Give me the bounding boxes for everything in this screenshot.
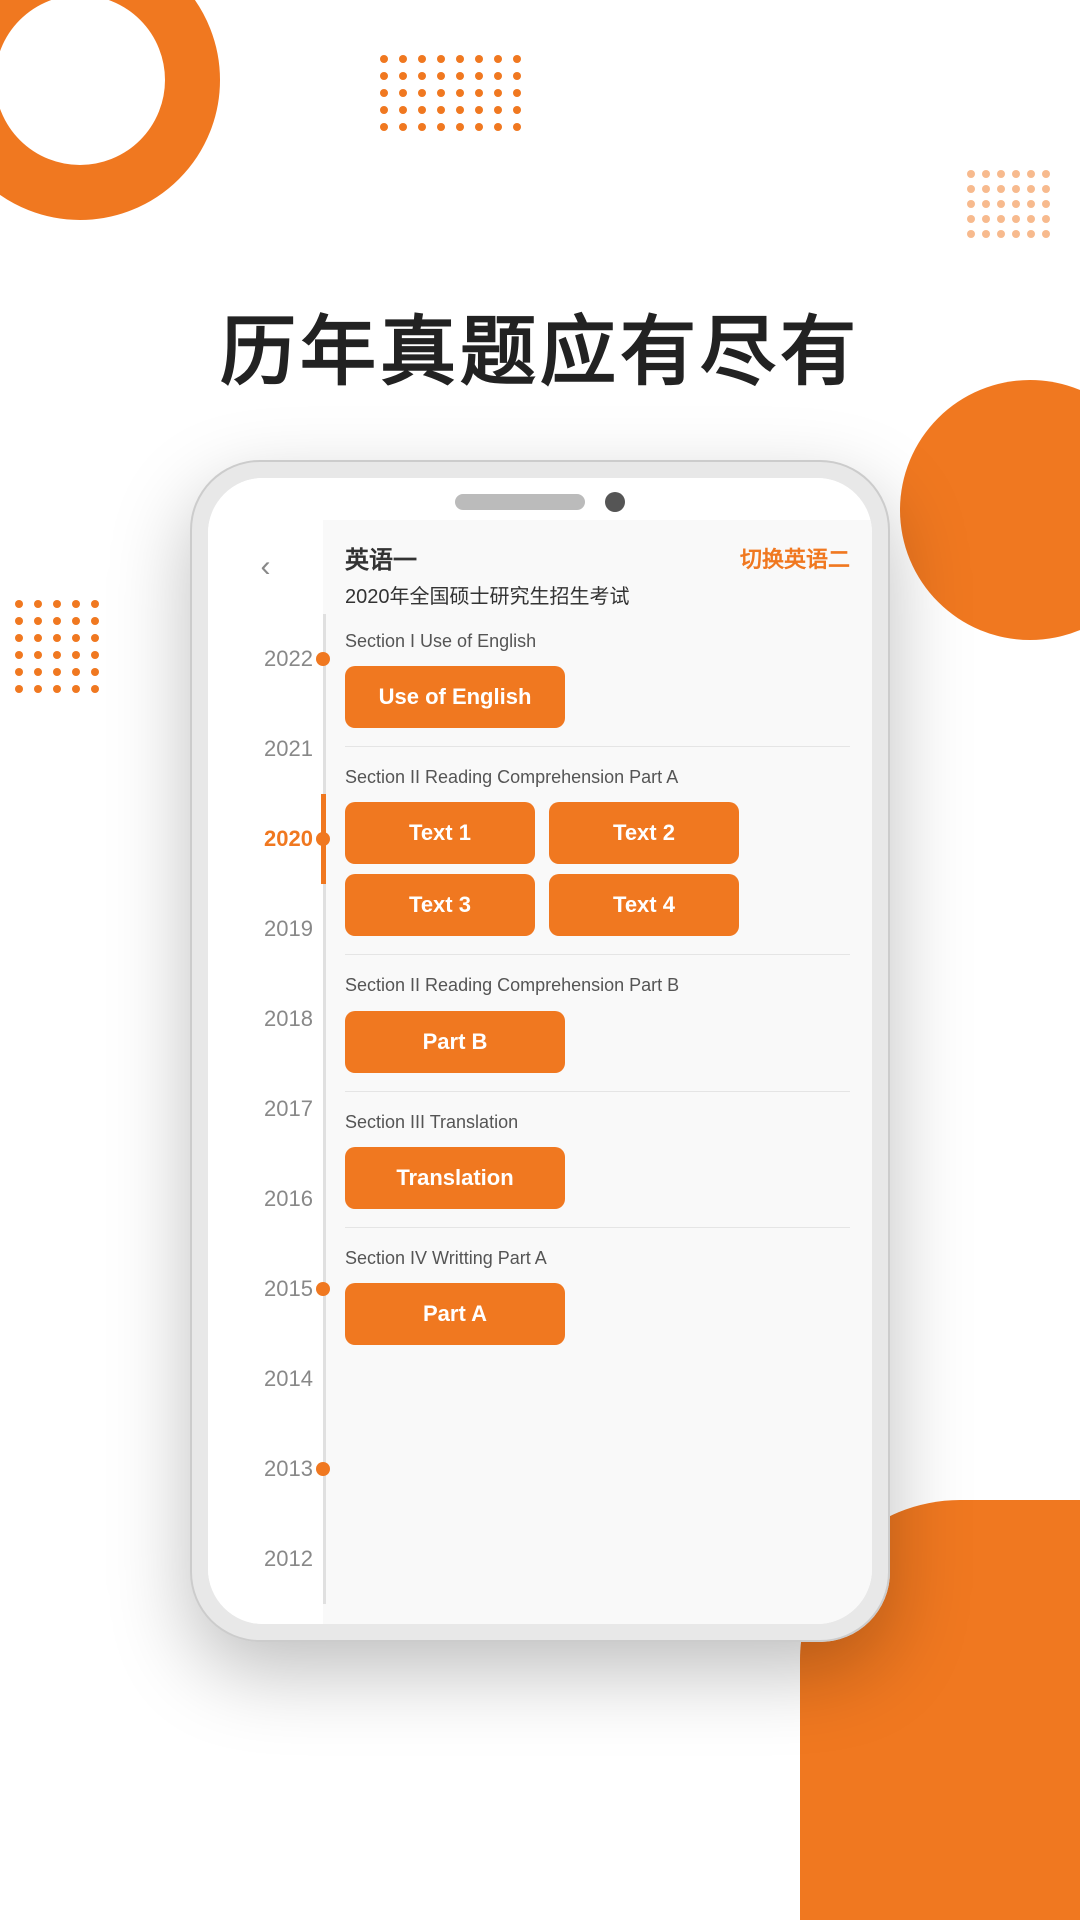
- year-label-2019: 2019: [245, 916, 313, 942]
- text3-button[interactable]: Text 3: [345, 874, 535, 936]
- phone-outer-frame: ‹ 2022 2021 20: [190, 460, 890, 1642]
- section-4-buttons: Translation: [345, 1147, 850, 1209]
- year-item-2021[interactable]: 2021: [208, 704, 323, 794]
- phone-notch-bar: [208, 478, 872, 520]
- year-label-2016: 2016: [245, 1186, 313, 1212]
- year-label-2012: 2012: [245, 1546, 313, 1572]
- year-item-2013[interactable]: 2013: [208, 1424, 323, 1514]
- section-5-buttons: Part A: [345, 1283, 850, 1345]
- back-arrow[interactable]: ‹: [261, 550, 271, 584]
- content-header: 英语一 切换英语二: [345, 540, 850, 575]
- year-label-2022: 2022: [245, 646, 313, 672]
- year-item-2019[interactable]: 2019: [208, 884, 323, 974]
- year-item-2012[interactable]: 2012: [208, 1514, 323, 1604]
- use-of-english-button[interactable]: Use of English: [345, 666, 565, 728]
- phone-inner-screen: ‹ 2022 2021 20: [208, 478, 872, 1624]
- year-label-2017: 2017: [245, 1096, 313, 1122]
- year-item-2018[interactable]: 2018: [208, 974, 323, 1064]
- section-4-label: Section III Translation: [345, 1110, 850, 1135]
- section-3-buttons: Part B: [345, 1011, 850, 1073]
- year-list: 2022 2021 2020: [208, 614, 323, 1604]
- year-dot-2020: [316, 832, 330, 846]
- year-sidebar: ‹ 2022 2021 20: [208, 520, 323, 1624]
- divider-2: [345, 954, 850, 955]
- app-content: ‹ 2022 2021 20: [208, 520, 872, 1624]
- year-item-2015[interactable]: 2015: [208, 1244, 323, 1334]
- year-dot-2022: [316, 652, 330, 666]
- text2-button[interactable]: Text 2: [549, 802, 739, 864]
- section-1-buttons: Use of English: [345, 666, 850, 728]
- divider-3: [345, 1091, 850, 1092]
- phone-camera: [605, 492, 625, 512]
- year-dot-2013: [316, 1462, 330, 1476]
- part-b-button[interactable]: Part B: [345, 1011, 565, 1073]
- section-1-label: Section I Use of English: [345, 629, 850, 654]
- divider-4: [345, 1227, 850, 1228]
- translation-button[interactable]: Translation: [345, 1147, 565, 1209]
- section-2-row1: Text 1 Text 2: [345, 802, 850, 864]
- section-2-row2: Text 3 Text 4: [345, 874, 850, 936]
- exam-title: 2020年全国硕士研究生招生考试: [345, 583, 850, 611]
- year-label-2013: 2013: [245, 1456, 313, 1482]
- year-label-2014: 2014: [245, 1366, 313, 1392]
- year-item-2020[interactable]: 2020: [208, 794, 323, 884]
- section-5-label: Section IV Writting Part A: [345, 1246, 850, 1271]
- year-item-2022[interactable]: 2022: [208, 614, 323, 704]
- text1-button[interactable]: Text 1: [345, 802, 535, 864]
- language-label: 英语一: [345, 540, 417, 575]
- part-a-button[interactable]: Part A: [345, 1283, 565, 1345]
- section-2-label: Section II Reading Comprehension Part A: [345, 765, 850, 790]
- year-label-2015: 2015: [245, 1276, 313, 1302]
- page-title: 历年真题应有尽有: [0, 0, 1080, 460]
- main-content-area: 英语一 切换英语二 2020年全国硕士研究生招生考试 Section I Use…: [323, 520, 872, 1624]
- year-item-2017[interactable]: 2017: [208, 1064, 323, 1154]
- year-label-2021: 2021: [245, 736, 313, 762]
- phone-mockup: ‹ 2022 2021 20: [0, 460, 1080, 1642]
- section-3-label: Section II Reading Comprehension Part B: [345, 973, 850, 998]
- year-item-2016[interactable]: 2016: [208, 1154, 323, 1244]
- switch-language-button[interactable]: 切换英语二: [740, 542, 850, 574]
- year-label-2018: 2018: [245, 1006, 313, 1032]
- phone-speaker: [455, 494, 585, 510]
- divider-1: [345, 746, 850, 747]
- text4-button[interactable]: Text 4: [549, 874, 739, 936]
- year-label-2020: 2020: [245, 826, 313, 852]
- year-item-2014[interactable]: 2014: [208, 1334, 323, 1424]
- year-dot-2015: [316, 1282, 330, 1296]
